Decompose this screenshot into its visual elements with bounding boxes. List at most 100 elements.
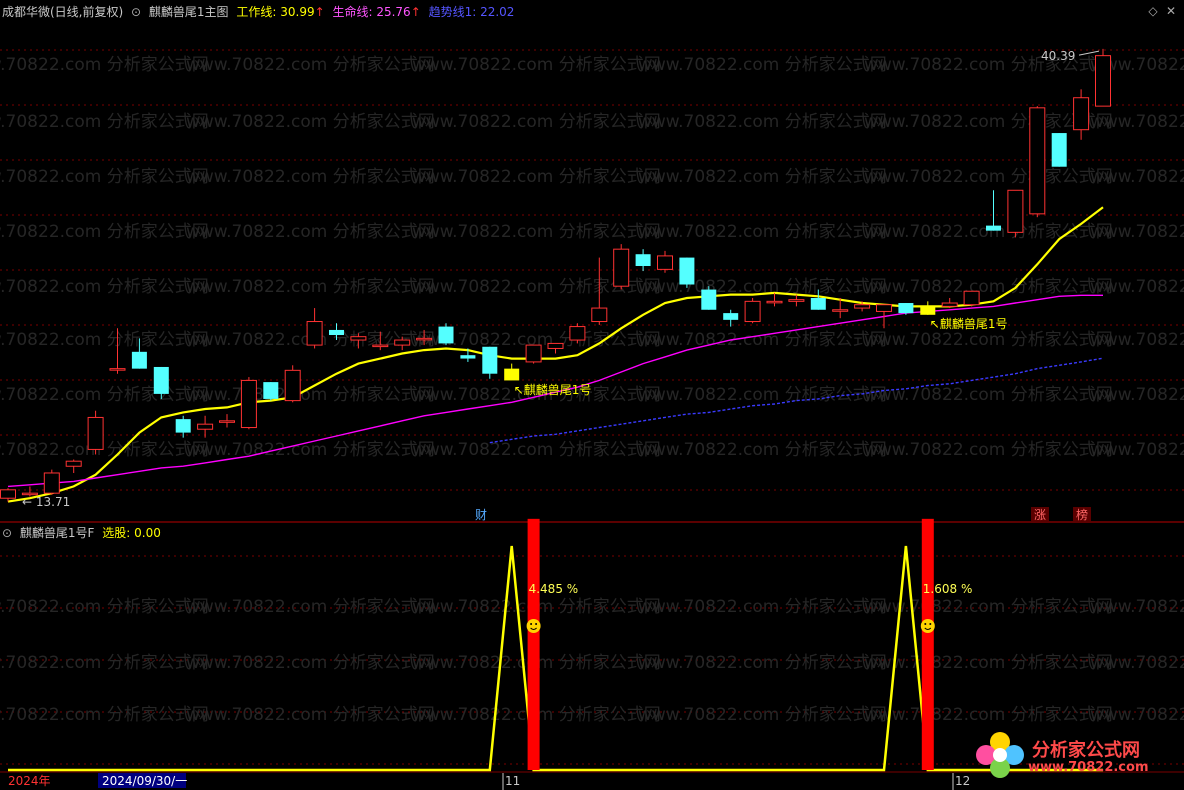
pct-label: 4.485 % <box>529 582 579 596</box>
logo-title: 分析家公式网 <box>1032 740 1140 761</box>
watermark-text: www.70822.com 分析家公式网 <box>638 222 887 242</box>
candle-body <box>941 302 958 307</box>
watermark-text: www.70822.com 分析家公式网 <box>638 55 887 75</box>
watermark-text: www.70822.com 分析家公式网 <box>0 653 209 673</box>
candle-body <box>591 307 608 323</box>
candle-body <box>547 342 564 349</box>
close-icon[interactable]: ✕ <box>1164 4 1178 18</box>
high-price-label: 40.39 <box>1041 49 1075 63</box>
watermark-text: www.70822.com 分析家公式网 <box>186 653 435 673</box>
watermark-text: www.70822.com 分析家公式网 <box>186 112 435 132</box>
dropdown-icon[interactable]: ⊙ <box>2 526 12 540</box>
candle-body <box>679 257 695 285</box>
watermark-text: www.70822.com 分析家公式网 <box>0 55 209 75</box>
chart-window: www.70822.com 分析家公式网www.70822.com 分析家公式网… <box>0 0 1184 790</box>
marker-bang: 榜 <box>1076 507 1088 522</box>
candle-body <box>350 336 367 341</box>
watermark-text: www.70822.com 分析家公式网 <box>864 167 1113 187</box>
smiley-eye <box>924 623 927 625</box>
chart-svg: www.70822.com 分析家公式网www.70822.com 分析家公式网… <box>0 48 1184 790</box>
candle-body <box>920 306 936 315</box>
candle-body <box>1029 107 1046 215</box>
candle-body <box>438 326 454 344</box>
watermark-text: www.70822.com 分析家公式网 <box>638 167 887 187</box>
sub-indicator-name: 麒麟兽尾1号F <box>19 526 95 540</box>
marker-zhang: 涨 <box>1034 507 1046 522</box>
axis-month-12: 12 <box>955 774 970 788</box>
dropdown-icon[interactable]: ⊙ <box>131 5 141 19</box>
smiley-eye <box>535 623 538 625</box>
watermark-text: www.70822.com 分析家公式网 <box>1090 277 1184 297</box>
candle-body <box>1051 133 1067 167</box>
watermark-text: www.70822.com 分析家公式网 <box>412 440 661 460</box>
candle-body <box>329 329 344 335</box>
watermark-text: www.70822.com 分析家公式网 <box>1090 330 1184 350</box>
candle-body <box>394 339 411 346</box>
candle-body <box>1073 97 1090 131</box>
signal-bar <box>527 518 540 770</box>
smiley-eye <box>530 623 533 625</box>
main-indicator-name: 麒麟兽尾1主图 <box>148 5 229 19</box>
candle-body <box>43 472 60 494</box>
watermark-text: www.70822.com 分析家公式网 <box>1090 653 1184 673</box>
low-price-label: ← 13.71 <box>22 495 70 509</box>
watermark-text: www.70822.com 分析家公式网 <box>0 440 209 460</box>
watermark-text: www.70822.com 分析家公式网 <box>186 440 435 460</box>
candle-body <box>701 289 717 310</box>
candle-body <box>175 419 191 433</box>
watermark-text: www.70822.com 分析家公式网 <box>186 222 435 242</box>
watermark-text: www.70822.com 分析家公式网 <box>412 222 661 242</box>
candle-body <box>284 369 301 402</box>
smiley-icon <box>920 619 935 633</box>
smiley-icon <box>526 619 541 633</box>
candle-body <box>263 382 279 399</box>
up-arrow-icon: ↑ <box>410 5 421 19</box>
candle-body <box>482 346 498 374</box>
watermark-text: www.70822.com 分析家公式网 <box>412 167 661 187</box>
watermark-text: www.70822.com 分析家公式网 <box>0 385 209 405</box>
watermark-text: www.70822.com 分析家公式网 <box>864 330 1113 350</box>
select-value: 选股: 0.00 <box>102 526 161 540</box>
watermark-text: www.70822.com 分析家公式网 <box>638 705 887 725</box>
candle-body <box>219 420 235 423</box>
smiley-face <box>526 619 541 633</box>
smiley-eye <box>929 623 932 625</box>
watermark-text: www.70822.com 分析家公式网 <box>1090 385 1184 405</box>
watermark-text: www.70822.com 分析家公式网 <box>864 705 1113 725</box>
marker-cai: 财 <box>475 508 487 522</box>
watermark-text: www.70822.com 分析家公式网 <box>412 55 661 75</box>
watermark-text: www.70822.com 分析家公式网 <box>864 277 1113 297</box>
watermark-text: www.70822.com 分析家公式网 <box>186 277 435 297</box>
watermark-text: www.70822.com 分析家公式网 <box>0 330 209 350</box>
candle-body <box>854 304 871 309</box>
candle-body <box>963 290 980 306</box>
candle-body <box>153 366 169 394</box>
watermark-text: www.70822.com 分析家公式网 <box>638 653 887 673</box>
up-arrow-icon: ↑ <box>314 5 325 19</box>
watermark-text: www.70822.com 分析家公式网 <box>0 277 209 297</box>
watermark-text: www.70822.com 分析家公式网 <box>1090 597 1184 617</box>
candle-body <box>876 304 892 312</box>
watermark-text: www.70822.com 分析家公式网 <box>186 55 435 75</box>
watermark-text: www.70822.com 分析家公式网 <box>864 653 1113 673</box>
candle-body <box>788 299 805 302</box>
candle-body <box>525 344 542 363</box>
smiley-face <box>920 619 935 633</box>
watermark-text: www.70822.com 分析家公式网 <box>0 597 209 617</box>
signal-label-1: ↖麒麟兽尾1号 <box>514 382 592 397</box>
axis-date-box: 2024/09/30/一 <box>102 774 187 788</box>
watermark-text: www.70822.com 分析家公式网 <box>638 330 887 350</box>
watermark-text: www.70822.com 分析家公式网 <box>864 385 1113 405</box>
diamond-icon[interactable]: ◇ <box>1146 4 1160 18</box>
trend-line-value: 趋势线1: 22.02 <box>428 5 515 19</box>
logo-url: www.70822.com <box>1028 760 1149 775</box>
watermark-text: www.70822.com 分析家公式网 <box>864 440 1113 460</box>
watermark-text: www.70822.com 分析家公式网 <box>0 167 209 187</box>
candle-body <box>832 309 849 312</box>
candle-body <box>569 326 586 341</box>
candle-body <box>744 300 761 323</box>
watermark-text: www.70822.com 分析家公式网 <box>638 440 887 460</box>
stock-title: 成都华微(日线,前复权) <box>2 5 124 19</box>
watermark-text: www.70822.com 分析家公式网 <box>864 55 1113 75</box>
axis-month-11: 11 <box>505 774 520 788</box>
